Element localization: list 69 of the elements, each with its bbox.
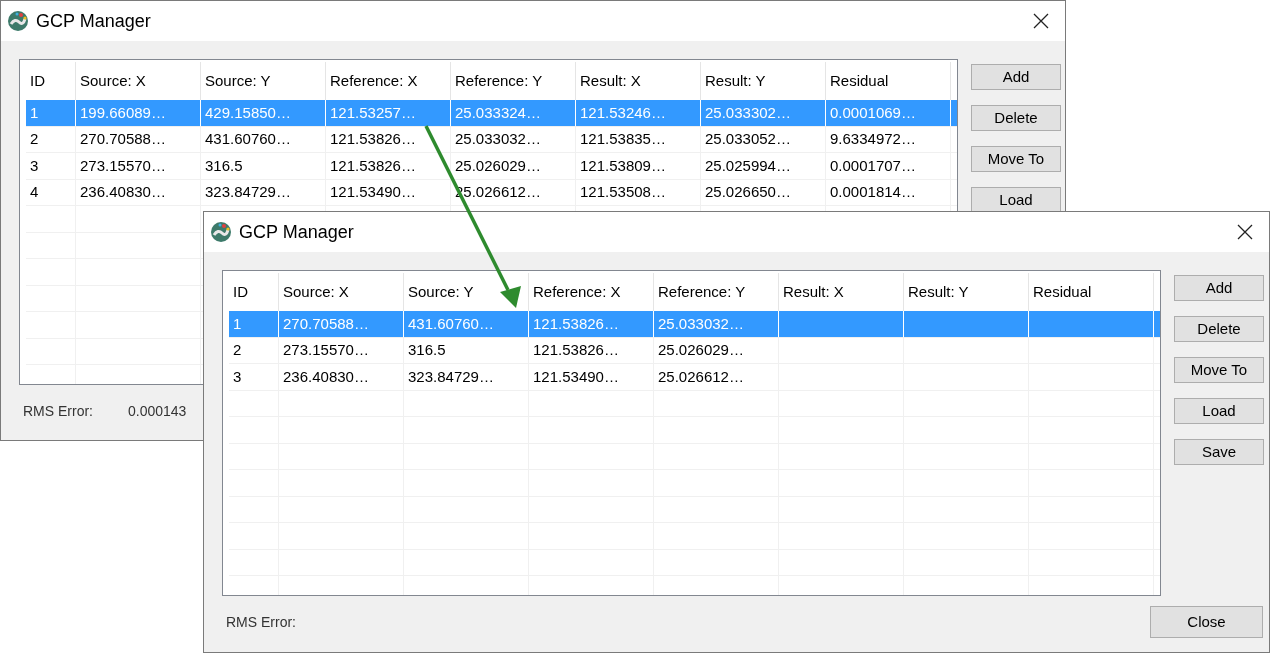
table-cell: 25.026029…: [451, 153, 576, 179]
close-button[interactable]: [1235, 222, 1255, 242]
table-cell: 25.025994…: [701, 153, 826, 179]
action-button[interactable]: Load: [1174, 398, 1264, 424]
table-cell: 25.026029…: [654, 337, 779, 363]
table-cell: 270.70588…: [76, 126, 201, 152]
table-cell: 25.033302…: [701, 100, 826, 126]
table-cell: 270.70588…: [279, 311, 404, 337]
action-button[interactable]: Move To: [1174, 357, 1264, 383]
action-button[interactable]: Delete: [971, 105, 1061, 131]
table-cell: 121.53826…: [326, 126, 451, 152]
table-cell: 121.53826…: [529, 337, 654, 363]
table-cell: 429.15850…: [201, 100, 326, 126]
table-cell: 0.0001069…: [826, 100, 951, 126]
table-row[interactable]: 3 273.15570… 316.5 121.53826… 25.026029… 121.53809… 25.025994… 0.0001707…: [26, 153, 957, 180]
table-cell: 2: [229, 337, 279, 363]
close-button[interactable]: [1031, 11, 1051, 31]
table-cell: 273.15570…: [279, 337, 404, 363]
table-cell: 121.53835…: [576, 126, 701, 152]
close-button[interactable]: Close: [1150, 606, 1263, 638]
table-cell: 121.53257…: [326, 100, 451, 126]
table-row[interactable]: 3 236.40830… 323.84729… 121.53490… 25.026612…: [229, 364, 1160, 391]
table-row[interactable]: 2 273.15570… 316.5 121.53826… 25.026029…: [229, 337, 1160, 364]
table-cell: 121.53826…: [529, 311, 654, 337]
table-cell: 0.0001707…: [826, 153, 951, 179]
table-cell: 121.53246…: [576, 100, 701, 126]
window-title: GCP Manager: [36, 9, 152, 33]
table-cell: 121.53809…: [576, 153, 701, 179]
table-cell: 121.53508…: [576, 179, 701, 205]
table-cell: 25.033032…: [654, 311, 779, 337]
table-cell: 9.6334972…: [826, 126, 951, 152]
table-cell: 236.40830…: [76, 179, 201, 205]
window-title: GCP Manager: [239, 220, 355, 244]
table-cell: 121.53490…: [529, 364, 654, 390]
rms-label: RMS Error:: [23, 401, 94, 421]
action-button[interactable]: Move To: [971, 146, 1061, 172]
table-cell: 25.026612…: [654, 364, 779, 390]
table-cell: 0.0001814…: [826, 179, 951, 205]
table-cell: 431.60760…: [404, 311, 529, 337]
table-cell: 236.40830…: [279, 364, 404, 390]
table-cell: 323.84729…: [404, 364, 529, 390]
rms-value: 0.000143: [128, 401, 187, 421]
action-button[interactable]: Load: [971, 187, 1061, 213]
table-cell: 1: [26, 100, 76, 126]
table-row[interactable]: 2 270.70588… 431.60760… 121.53826… 25.033032… 121.53835… 25.033052… 9.6334972…: [26, 126, 957, 153]
table-cell: 316.5: [201, 153, 326, 179]
table-cell: 25.033052…: [701, 126, 826, 152]
table-cell: 25.026650…: [701, 179, 826, 205]
action-button[interactable]: Save: [1174, 439, 1264, 465]
table-cell: 316.5: [404, 337, 529, 363]
rms-label: RMS Error:: [226, 612, 297, 632]
table-cell: 4: [26, 179, 76, 205]
action-button[interactable]: Add: [971, 64, 1061, 90]
table-cell: 199.66089…: [76, 100, 201, 126]
action-button[interactable]: Delete: [1174, 316, 1264, 342]
table-cell: 25.033324…: [451, 100, 576, 126]
globe-icon: [210, 221, 232, 243]
table-cell: 273.15570…: [76, 153, 201, 179]
table-cell: 25.033032…: [451, 126, 576, 152]
table-cell: 3: [26, 153, 76, 179]
table-cell: 323.84729…: [201, 179, 326, 205]
table-cell: 1: [229, 311, 279, 337]
action-button[interactable]: Add: [1174, 275, 1264, 301]
table-cell: 121.53490…: [326, 179, 451, 205]
table-cell: 2: [26, 126, 76, 152]
table-cell: 431.60760…: [201, 126, 326, 152]
table-cell: 3: [229, 364, 279, 390]
table-cell: 121.53826…: [326, 153, 451, 179]
globe-icon: [7, 10, 29, 32]
